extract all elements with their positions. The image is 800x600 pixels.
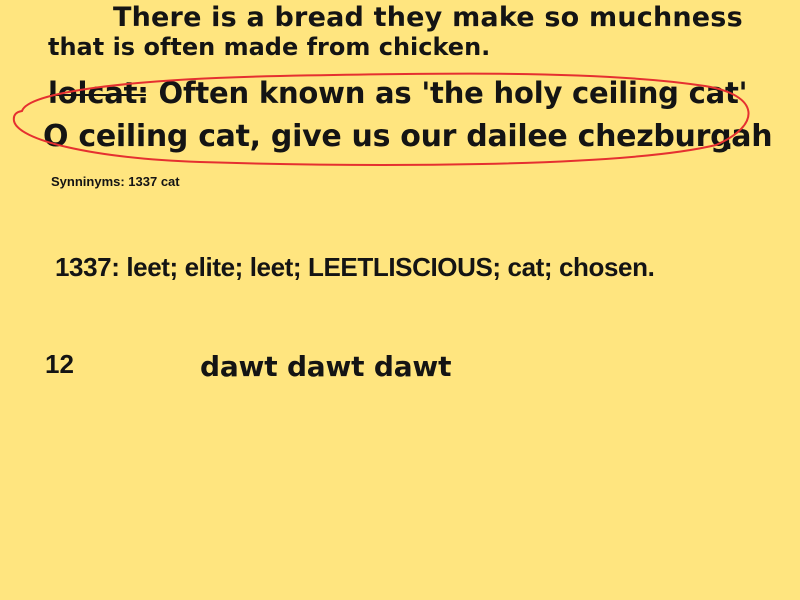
lolcat-strikethrough xyxy=(50,94,146,96)
bread-subheading-line: that is often made from chicken. xyxy=(48,33,491,61)
lolcat-definition-line: lolcat: Often known as 'the holy ceiling… xyxy=(48,76,748,110)
prayer-period: . xyxy=(722,122,734,157)
bread-heading-line: There is a bread they make so muchness xyxy=(113,2,743,33)
meme-canvas: There is a bread they make so muchness t… xyxy=(0,0,800,600)
ceiling-cat-prayer-line: O ceiling cat, give us our dailee chezbu… xyxy=(43,119,773,154)
synonyms-line: Synninyms: 1337 cat xyxy=(51,174,180,189)
number-label: 12 xyxy=(45,349,74,379)
dawt-line: dawt dawt dawt xyxy=(200,350,452,383)
leet-definition-line: 1337: leet; elite; leet; LEETLISCIOUS; c… xyxy=(55,252,655,282)
